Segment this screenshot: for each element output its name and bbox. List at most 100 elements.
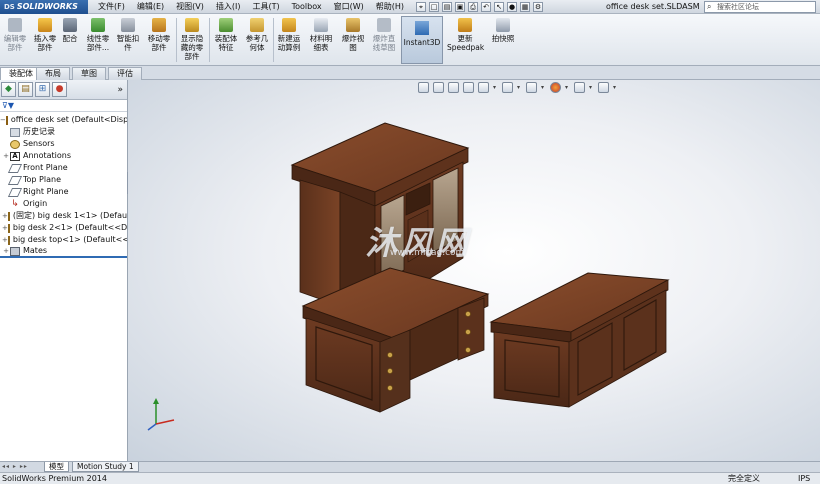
assembly-icon	[5, 115, 8, 125]
property-manager-tab-icon[interactable]: ▤	[18, 82, 33, 97]
logo-text: SOLIDWORKS	[16, 2, 78, 11]
mates-icon	[10, 246, 20, 256]
tree-node-label: Top Plane	[23, 175, 61, 184]
tree-node-origin[interactable]: ↳ Origin	[0, 198, 127, 210]
plane-icon	[7, 175, 23, 185]
search-input[interactable]: ⌕ 搜索社区论坛	[704, 1, 816, 13]
tab-evaluate[interactable]: 评估	[108, 67, 142, 80]
explode-line-sketch-label: 爆炸直 线草图	[372, 34, 396, 52]
select-icon[interactable]: ↖	[494, 1, 505, 12]
assembly-features-label: 装配体 特征	[214, 34, 238, 52]
status-unit-system[interactable]: IPS	[798, 473, 810, 484]
tree-node-right-plane[interactable]: Right Plane	[0, 186, 127, 198]
tree-node-top-plane[interactable]: Top Plane	[0, 174, 127, 186]
motion-study-icon	[282, 18, 296, 32]
bill-of-materials-button[interactable]: 材料明 细表	[307, 18, 335, 52]
tab-motion-study-1[interactable]: Motion Study 1	[72, 462, 139, 472]
tree-node-history[interactable]: 历史记录	[0, 126, 127, 138]
exploded-view-button[interactable]: 爆炸视 图	[339, 18, 367, 52]
show-hidden-icon	[185, 18, 199, 32]
instant3d-label: Instant3D	[403, 38, 441, 47]
pin-icon[interactable]: ⌖	[416, 1, 427, 12]
tab-model[interactable]: 模型	[44, 462, 69, 472]
document-title: office desk set.SLDASM	[606, 2, 700, 11]
rebuild-icon[interactable]: ●	[507, 1, 518, 12]
print-icon[interactable]: ⎙	[468, 1, 479, 12]
annotation-icon: A	[10, 151, 20, 161]
smart-fasteners-icon	[121, 18, 135, 32]
tree-node-big-desk-top[interactable]: + big desk top<1> (Default<<	[0, 234, 127, 246]
mate-button[interactable]: 配合	[61, 18, 79, 43]
insert-component-button[interactable]: 插入零 部件	[31, 18, 59, 52]
show-hidden-components-button[interactable]: 显示隐 藏的零 部件	[178, 18, 206, 61]
plane-icon	[7, 163, 23, 173]
menu-tools[interactable]: 工具(T)	[246, 0, 285, 14]
configuration-manager-tab-icon[interactable]: ⊞	[35, 82, 50, 97]
feature-manager-tab-icon[interactable]: ◆	[1, 82, 16, 97]
plane-icon	[7, 187, 23, 197]
tree-filter-icon[interactable]: ⊽▼	[0, 100, 127, 112]
big-desk-2	[489, 272, 670, 408]
tree-node-big-desk-1[interactable]: + (固定) big desk 1<1> (Default	[0, 210, 127, 222]
tree-node-annotations[interactable]: + A Annotations	[0, 150, 127, 162]
status-definition-state: 完全定义	[728, 474, 760, 483]
model-render	[147, 122, 670, 431]
display-manager-tab-icon[interactable]: ●	[52, 82, 67, 97]
explode-line-sketch-button[interactable]: 爆炸直 线草图	[370, 18, 398, 52]
filter-dropdown[interactable]: ▼	[8, 101, 14, 110]
tab-scroll-arrows-icon[interactable]: ◂◂ ▸ ▸▸	[2, 463, 28, 470]
graphics-area[interactable]: ▾ ▾ ▾ ▾ ▾ ▾ 沐风网 www.mfcad.com	[128, 80, 820, 461]
new-motion-study-label: 新建运 动算例	[277, 34, 301, 52]
menu-view[interactable]: 视图(V)	[170, 0, 210, 14]
linear-pattern-button[interactable]: 线性零 部件...	[84, 18, 112, 52]
tab-layout[interactable]: 布局	[36, 67, 70, 80]
update-speedpak-button[interactable]: 更新 Speedpak	[447, 18, 484, 52]
command-manager-tabs: 装配体 布局 草图 评估	[0, 66, 820, 80]
tree-node-mates[interactable]: + Mates	[0, 246, 127, 258]
move-component-button[interactable]: 移动零 部件	[145, 18, 173, 52]
mate-icon	[63, 18, 77, 32]
instant3d-icon	[415, 21, 429, 35]
smart-fasteners-button[interactable]: 智能扣 件	[116, 18, 140, 52]
tree-node-big-desk-2[interactable]: + big desk 2<1> (Default<<De	[0, 222, 127, 234]
toolbar-separator	[176, 18, 177, 62]
reference-geometry-button[interactable]: 参考几 何体	[243, 18, 271, 52]
insert-component-label: 插入零 部件	[33, 34, 57, 52]
menu-toolbox[interactable]: Toolbox	[286, 0, 328, 14]
assembly-features-button[interactable]: 装配体 特征	[212, 18, 240, 52]
smart-fasteners-label: 智能扣 件	[116, 34, 140, 52]
tree-node-label: Right Plane	[23, 187, 69, 196]
exploded-view-label: 爆炸视 图	[341, 34, 365, 52]
options-icon[interactable]: ⚙	[533, 1, 544, 12]
sensor-icon	[10, 139, 20, 149]
insert-component-icon	[38, 18, 52, 32]
reference-geometry-icon	[250, 18, 264, 32]
file-properties-icon[interactable]: ▦	[520, 1, 531, 12]
expander[interactable]: +	[2, 150, 10, 162]
expander[interactable]: +	[2, 246, 10, 256]
solidworks-logo[interactable]: DS SOLIDWORKS	[0, 0, 88, 14]
menu-edit[interactable]: 编辑(E)	[131, 0, 170, 14]
expand-panel-icon[interactable]: »	[117, 85, 123, 95]
new-motion-study-button[interactable]: 新建运 动算例	[275, 18, 303, 52]
camera-icon	[496, 18, 510, 32]
save-icon[interactable]: ▣	[455, 1, 466, 12]
search-placeholder: 搜索社区论坛	[717, 3, 759, 11]
menu-file[interactable]: 文件(F)	[92, 0, 131, 14]
open-icon[interactable]: ▤	[442, 1, 453, 12]
origin-icon: ↳	[11, 198, 19, 209]
menu-window[interactable]: 窗口(W)	[328, 0, 370, 14]
instant3d-button[interactable]: Instant3D	[401, 16, 443, 64]
tree-node-root-assembly[interactable]: − office desk set (Default<Display	[0, 114, 127, 126]
tree-node-front-plane[interactable]: Front Plane	[0, 162, 127, 174]
toolbar-separator	[273, 18, 274, 62]
tree-node-sensors[interactable]: Sensors	[0, 138, 127, 150]
menu-help[interactable]: 帮助(H)	[370, 0, 410, 14]
tree-node-label: big desk 2<1> (Default<<De	[12, 223, 127, 232]
edit-component-button[interactable]: 编辑零 部件	[2, 18, 28, 52]
menu-insert[interactable]: 插入(I)	[210, 0, 247, 14]
take-snapshot-button[interactable]: 拍快照	[488, 18, 518, 43]
undo-icon[interactable]: ↶	[481, 1, 492, 12]
tab-sketch[interactable]: 草图	[72, 67, 106, 80]
new-document-icon[interactable]: □	[429, 1, 440, 12]
